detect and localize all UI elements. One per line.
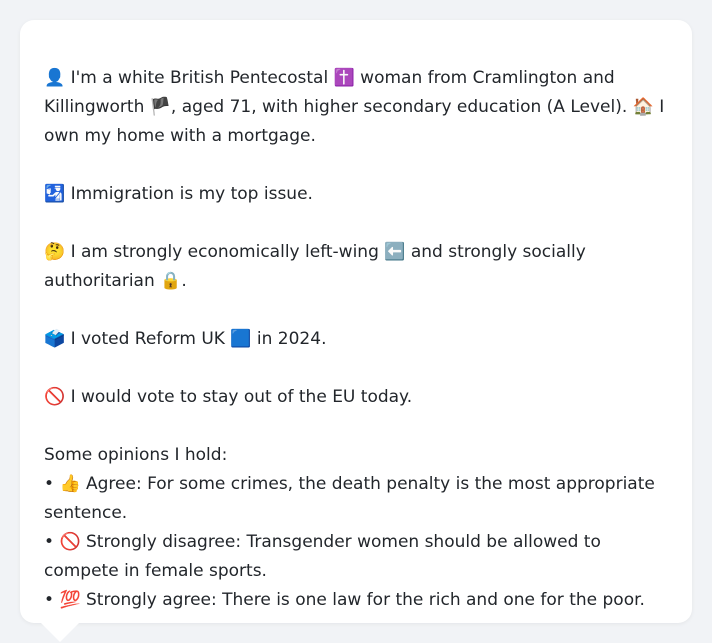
intro-text-c: , aged 71, with higher secondary educati… <box>170 97 633 117</box>
opinion-item: • 🚫 Strongly disagree: Transgender women… <box>44 528 668 586</box>
politics-text-c: . <box>181 271 187 291</box>
passport-control-icon: 🛂 <box>44 184 66 204</box>
bullet: • <box>44 532 60 552</box>
blue-square-icon: 🟦 <box>230 329 252 349</box>
eu-text: I would vote to stay out of the EU today… <box>65 387 413 407</box>
vote-paragraph: 🗳️ I voted Reform UK 🟦 in 2024. <box>44 325 668 354</box>
opinion-text: Agree: For some crimes, the death penalt… <box>44 474 655 523</box>
house-icon: 🏠 <box>632 97 654 117</box>
prohibited-icon: 🚫 <box>44 387 66 407</box>
hundred-points-icon: 💯 <box>59 590 81 610</box>
lock-icon: 🔒 <box>160 271 182 291</box>
opinion-item: • 👍 Agree: For some crimes, the death pe… <box>44 470 668 528</box>
intro-paragraph: 👤 I'm a white British Pentecostal ✝️ wom… <box>44 64 668 151</box>
opinion-text: Strongly agree: There is one law for the… <box>80 590 645 610</box>
person-icon: 👤 <box>44 68 66 88</box>
bullet: • <box>44 474 60 494</box>
thinking-face-icon: 🤔 <box>44 242 66 262</box>
vote-text-a: I voted Reform UK <box>65 329 231 349</box>
intro-text-a: I'm a white British Pentecostal <box>65 68 334 88</box>
opinions-heading: Some opinions I hold: <box>44 445 228 465</box>
thumbs-up-icon: 👍 <box>59 474 81 494</box>
ballot-box-icon: 🗳️ <box>44 329 66 349</box>
politics-text-a: I am strongly economically left-wing <box>65 242 385 262</box>
message-bubble: 👤 I'm a white British Pentecostal ✝️ wom… <box>20 20 692 623</box>
prohibited-icon: 🚫 <box>59 532 81 552</box>
left-arrow-icon: ⬅️ <box>384 242 406 262</box>
cross-icon: ✝️ <box>333 68 355 88</box>
top-issue-text: Immigration is my top issue. <box>65 184 313 204</box>
top-issue-paragraph: 🛂 Immigration is my top issue. <box>44 180 668 209</box>
eu-paragraph: 🚫 I would vote to stay out of the EU tod… <box>44 383 668 412</box>
opinion-item: • 💯 Strongly agree: There is one law for… <box>44 586 668 615</box>
politics-paragraph: 🤔 I am strongly economically left-wing ⬅… <box>44 238 668 296</box>
bubble-tail <box>40 622 80 642</box>
bullet: • <box>44 590 60 610</box>
england-flag-icon: 🏴 <box>149 97 171 117</box>
opinion-text: Strongly disagree: Transgender women sho… <box>44 532 601 581</box>
vote-text-b: in 2024. <box>251 329 327 349</box>
